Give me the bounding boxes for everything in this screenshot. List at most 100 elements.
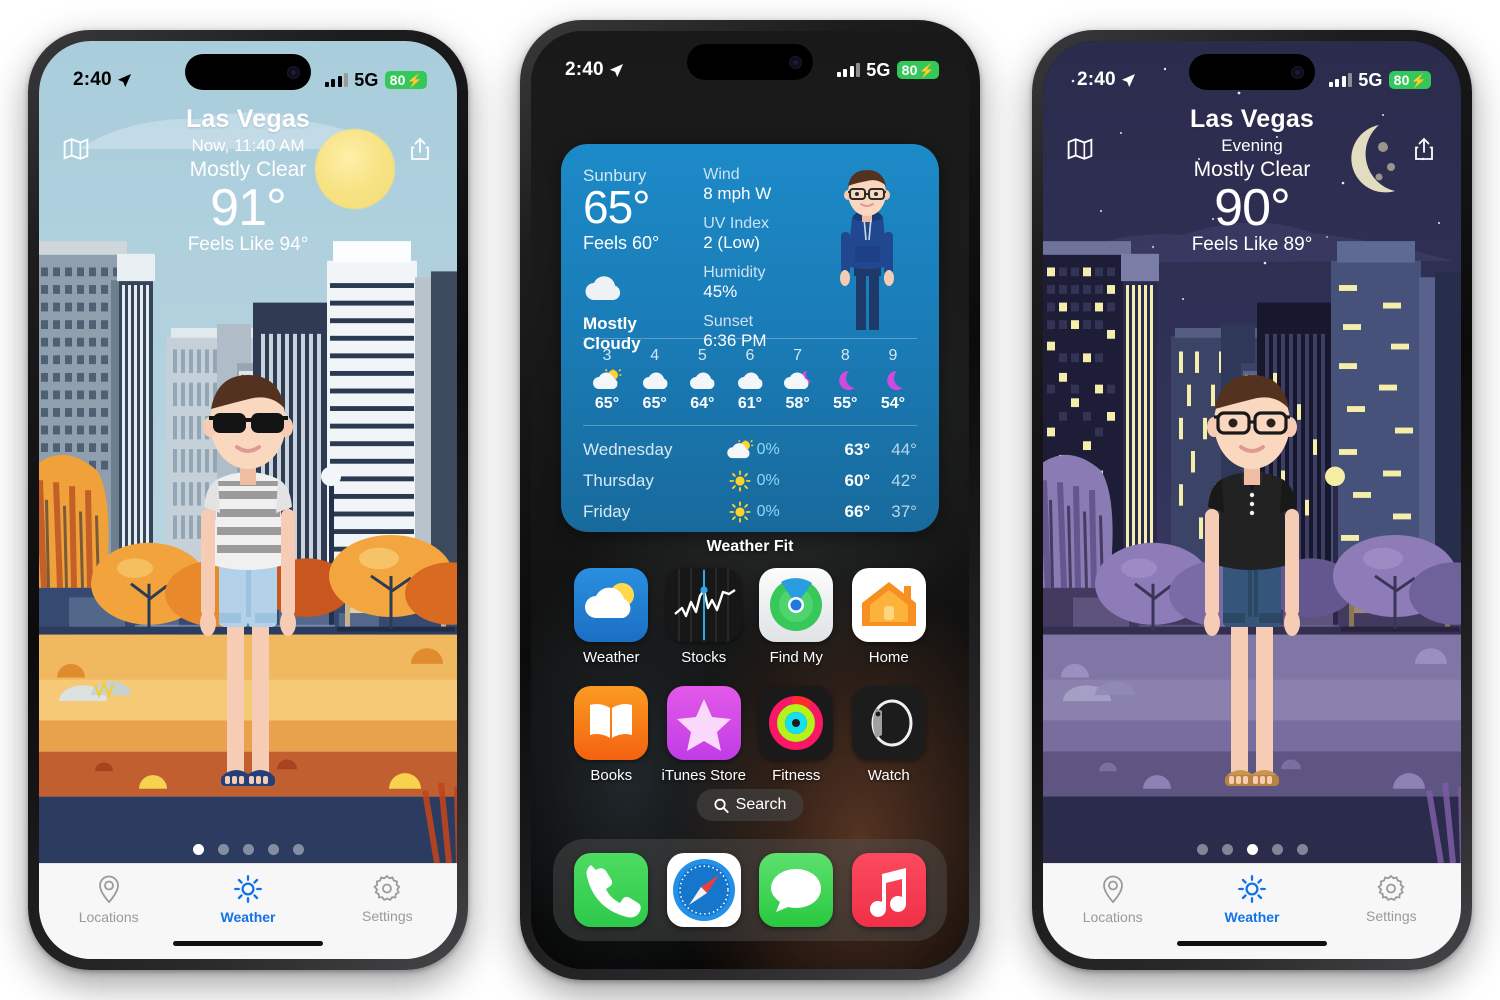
weather-app-icon [574,568,649,642]
moon-cloud-icon [783,371,812,389]
page-dot[interactable] [1296,844,1308,855]
moon-icon [839,370,855,390]
bolt-icon: ⚡ [918,62,935,78]
cloud-icon [642,372,668,389]
sidebar-item-locations[interactable]: Locations [1043,874,1182,925]
share-icon[interactable] [407,137,433,161]
app-books[interactable]: Books [565,686,658,784]
hourly-forecast: 3 65° 4 65° 5 64° 6 61° 7 58° 8 55° 9 54… [583,347,917,413]
sandals-icon [221,770,275,786]
app-watch[interactable]: Watch [843,686,936,784]
page-dot[interactable] [1246,844,1258,855]
tab-label: Locations [78,909,139,925]
dynamic-island [687,44,813,80]
cloud-icon [690,372,715,389]
app-findmy[interactable]: Find My [750,568,843,666]
hour-cell: 5 64° [680,347,724,413]
page-title: Las Vegas [185,105,311,133]
tab-label: Weather [1224,909,1280,925]
tab-label: Settings [362,908,413,924]
phone-right-screen: Las Vegas Evening Mostly Clear 90° Feels… [1043,41,1461,959]
location-arrow-icon [1121,73,1135,87]
table-row: Wednesday 0% 63° 44° [583,439,917,459]
tab-label: Locations [1082,909,1143,925]
sidebar-item-settings[interactable]: Settings [1322,874,1461,924]
page-dot[interactable] [192,844,204,855]
sidebar-item-settings[interactable]: Settings [318,874,457,924]
sidebar-item-weather[interactable]: Weather [1182,874,1321,925]
network-label: 5G [1358,69,1383,90]
page-dot[interactable] [1271,844,1283,855]
sun-cloud-icon [593,369,622,389]
sun-cloud-icon [727,439,754,458]
page-dots[interactable] [1043,844,1461,855]
network-label: 5G [866,59,891,80]
music-app-icon[interactable] [851,853,926,927]
widget-temperature: 65° [583,181,651,233]
share-icon[interactable] [1411,137,1437,161]
app-itunes[interactable]: iTunes Store [658,686,751,784]
page-dots[interactable] [39,844,457,855]
home-indicator[interactable] [1177,941,1327,946]
timestamp: Now, 11:40 AM [191,136,305,155]
page-dot[interactable] [1196,844,1208,855]
front-camera-icon [789,55,802,69]
metric-label: Sunset [703,313,754,330]
fitness-app-icon [759,686,834,760]
page-dot[interactable] [1221,844,1233,855]
safari-app-icon[interactable] [666,853,741,927]
hour-cell: 6 61° [728,347,772,413]
phone-mid-screen: Sunbury 65° Feels 60° Mostly Cloudy Wind… [531,31,969,969]
app-weather[interactable]: Weather [565,568,658,666]
home-indicator[interactable] [173,941,323,946]
page-dot[interactable] [242,844,254,855]
hour-cell: 9 54° [871,347,915,413]
app-stocks[interactable]: Stocks [658,568,751,666]
metric-value: 2 (Low) [703,233,760,252]
app-grid: Weather Stocks Find My Home Books iTunes… [565,568,935,784]
status-badge: 80 ⚡ [896,61,939,79]
three-phone-mockup: Las Vegas Now, 11:40 AM Mostly Clear 91°… [0,0,1500,1000]
timestamp: Evening [1221,136,1283,155]
page-dot[interactable] [217,844,229,855]
cloud-icon [737,372,763,389]
page-dot[interactable] [292,844,304,855]
widget-label: Weather Fit [706,538,794,555]
location-pin-icon [1102,875,1123,904]
map-icon[interactable] [63,137,89,161]
dock [553,839,947,941]
moon-icon [887,370,903,390]
status-time: 2:40 [565,59,604,80]
temperature: 90° [1214,179,1291,237]
temperature: 91° [210,179,287,237]
metric-label: Wind [703,166,740,183]
app-fitness[interactable]: Fitness [750,686,843,784]
dynamic-island [185,54,311,90]
page-title: Las Vegas [1189,105,1315,133]
weather-fit-widget[interactable]: Sunbury 65° Feels 60° Mostly Cloudy Wind… [561,144,939,532]
divider [583,425,917,426]
hour-cell: 8 55° [823,347,867,413]
app-home[interactable]: Home [843,568,936,666]
phone-left: Las Vegas Now, 11:40 AM Mostly Clear 91°… [28,30,468,970]
status-badge: 80 ⚡ [384,71,427,89]
sidebar-item-weather[interactable]: Weather [178,874,317,925]
cellular-bars-icon [1328,73,1353,87]
avatar [1204,375,1300,786]
phone-app-icon[interactable] [574,853,649,927]
sidebar-item-locations[interactable]: Locations [39,874,178,925]
hour-cell: 7 58° [776,347,820,413]
tab-label: Settings [1366,908,1417,924]
gear-icon [373,874,401,902]
dynamic-island [1189,54,1315,90]
cellular-bars-icon [836,63,861,77]
map-icon[interactable] [1067,137,1093,161]
findmy-app-icon [759,568,834,642]
page-dot[interactable] [267,844,279,855]
front-camera-icon [1291,65,1304,79]
phone-mid: Sunbury 65° Feels 60° Mostly Cloudy Wind… [520,20,980,980]
search-button[interactable]: Search [696,789,804,821]
sun-icon [729,469,751,492]
cloud-icon [585,276,621,300]
messages-app-icon[interactable] [759,853,834,927]
